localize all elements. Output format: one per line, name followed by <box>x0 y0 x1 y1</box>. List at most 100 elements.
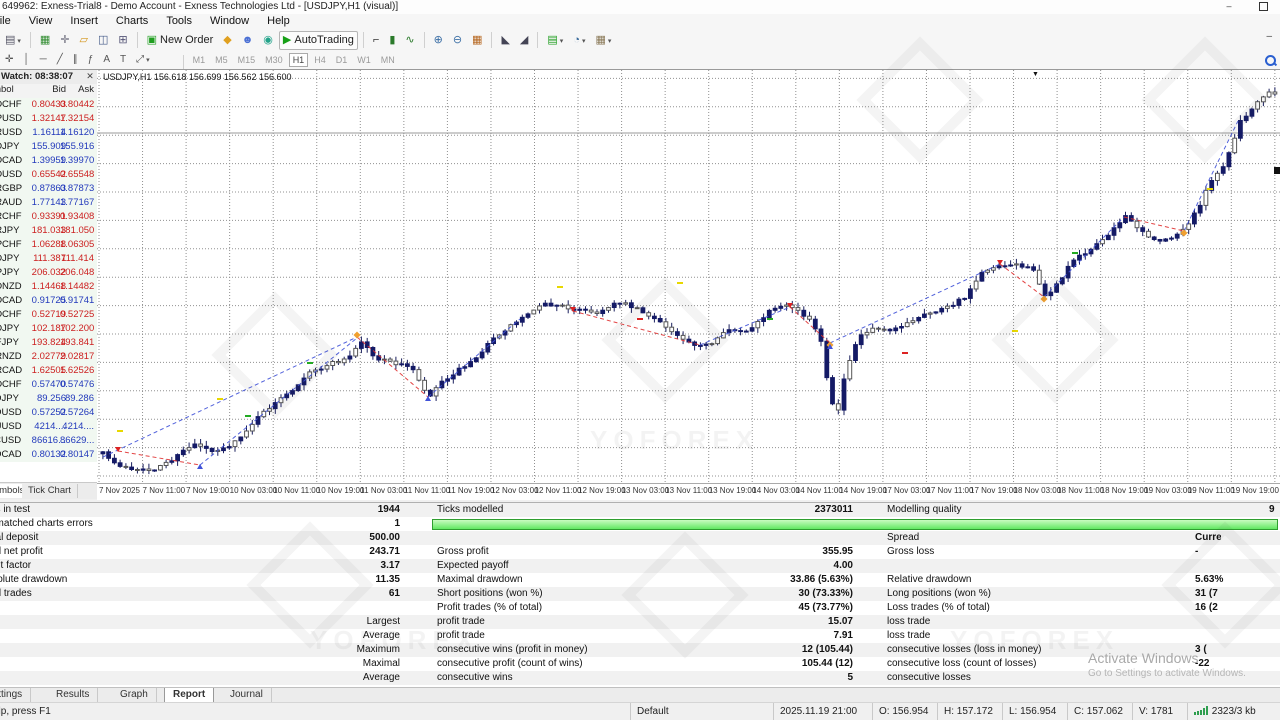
market-watch-row-cadjpy[interactable]: CADJPY111.387111.414 <box>0 252 97 267</box>
fibonacci-tool[interactable]: A <box>100 53 113 66</box>
report-label: Absolute drawdown <box>0 573 67 587</box>
cursor-move-button[interactable]: ✛ <box>56 31 73 50</box>
maximize-button[interactable] <box>1250 2 1276 12</box>
candlestick-chart-canvas[interactable] <box>97 70 1280 483</box>
ask-value: 181.050 <box>60 224 94 238</box>
new-chart-button[interactable]: ▦ <box>36 31 54 50</box>
arrows-tool[interactable]: ⤢▾ <box>133 53 153 66</box>
chart-window[interactable]: USDJPY,H1 156.618 156.699 156.562 156.60… <box>97 69 1280 499</box>
status-time: 2025.11.19 21:00 <box>773 703 872 720</box>
market-watch-row-euraud[interactable]: EURAUD1.771431.77167 <box>0 196 97 211</box>
search-icon[interactable] <box>1265 55 1276 66</box>
status-profile[interactable]: Default <box>630 703 773 720</box>
time-axis-label: 18 Nov 03:00 <box>1014 486 1062 495</box>
timeframe-h4[interactable]: H4 <box>310 53 330 67</box>
autotrading-button[interactable]: ▶AutoTrading <box>279 31 358 50</box>
preview-button[interactable]: ⊞ <box>114 31 131 50</box>
new-order-button[interactable]: ▣New Order <box>143 31 218 50</box>
print-button[interactable]: ▤▾ <box>1 31 25 50</box>
menu-charts[interactable]: Charts <box>107 14 157 28</box>
auto-scroll-button[interactable]: ◣ <box>497 31 513 50</box>
bar-chart-button[interactable]: ⌐ <box>369 31 383 50</box>
menu-view[interactable]: View <box>20 14 62 28</box>
line-chart-button[interactable]: ∿ <box>401 31 418 50</box>
mql5-community-button[interactable]: ☻ <box>238 31 258 50</box>
market-watch-row-usdjpy[interactable]: USDJPY155.909155.916 <box>0 140 97 155</box>
market-watch-row-eurcad[interactable]: EURCAD1.625051.62526 <box>0 364 97 379</box>
tab-results[interactable]: Results <box>48 688 98 702</box>
market-watch-row-audusd[interactable]: AUDUSD0.655420.65548 <box>0 168 97 183</box>
periods-button[interactable]: ◔▾ <box>569 31 589 50</box>
tab-report[interactable]: Report <box>164 688 214 703</box>
trendline-tool[interactable]: ∥ <box>70 53 81 66</box>
market-watch-row-cadchf[interactable]: CADCHF0.574700.57476 <box>0 378 97 393</box>
indicators-button[interactable]: ▤▾ <box>543 31 567 50</box>
crosshair-tool[interactable]: │ <box>20 53 32 66</box>
market-watch-row-gbpjpy[interactable]: GBPJPY206.032206.048 <box>0 266 97 281</box>
market-watch-row-btcusd[interactable]: BTCUSD86616...86629... <box>0 434 97 449</box>
signals-button[interactable]: ◉ <box>259 31 277 50</box>
market-watch-row-usdcad[interactable]: USDCAD1.399591.39970 <box>0 154 97 169</box>
market-watch-row-eurjpy[interactable]: EURJPY181.033181.050 <box>0 224 97 239</box>
market-watch-row-audjpy[interactable]: AUDJPY102.187102.200 <box>0 322 97 337</box>
chart-minimize-button[interactable]: – <box>1266 31 1272 42</box>
close-icon[interactable]: ✕ <box>85 71 95 82</box>
market-watch-row-xauusd[interactable]: XAUUSD4214....4214.... <box>0 420 97 435</box>
timeframe-m5[interactable]: M5 <box>211 53 232 67</box>
report-value: 500.00 <box>300 531 400 545</box>
market-watch-row-nzdjpy[interactable]: NZDJPY89.25689.286 <box>0 392 97 407</box>
menu-file[interactable]: File <box>0 14 20 28</box>
minimize-button[interactable]: – <box>1216 2 1242 12</box>
tile-windows-button[interactable]: ▦ <box>468 31 486 50</box>
candlestick-chart-button[interactable]: ▮ <box>385 31 399 50</box>
timeframe-m15[interactable]: M15 <box>234 53 260 67</box>
profiles-button[interactable]: ▱ <box>76 31 92 50</box>
market-watch-row-audcad[interactable]: AUDCAD0.917250.91741 <box>0 294 97 309</box>
periods-icon: ◔ <box>573 34 580 46</box>
menu-tools[interactable]: Tools <box>157 14 201 28</box>
tab-journal[interactable]: Journal <box>222 688 272 702</box>
time-axis: 7 Nov 20257 Nov 11:007 Nov 19:0010 Nov 0… <box>97 483 1280 500</box>
menu-insert[interactable]: Insert <box>61 14 107 28</box>
timeframe-m30[interactable]: M30 <box>261 53 287 67</box>
timeframe-mn[interactable]: MN <box>377 53 399 67</box>
chart-shift-button[interactable]: ◢ <box>516 31 532 50</box>
market-watch-row-gbpusd[interactable]: GBPUSD1.321471.32154 <box>0 112 97 127</box>
market-watch-row-nzdusd[interactable]: NZDUSD0.572520.57264 <box>0 406 97 421</box>
menu-help[interactable]: Help <box>258 14 299 28</box>
market-watch-row-chfjpy[interactable]: CHFJPY193.824193.841 <box>0 336 97 351</box>
ask-column-header[interactable]: Ask <box>60 84 94 95</box>
market-watch-row-eurgbp[interactable]: EURGBP0.878630.87873 <box>0 182 97 197</box>
market-watch-row-eurchf[interactable]: EURCHF0.933910.93408 <box>0 210 97 225</box>
market-watch-row-gbpchf[interactable]: GBPCHF1.062881.06305 <box>0 238 97 253</box>
text-tool[interactable]: T <box>117 53 129 66</box>
zoom-in-button[interactable]: ⊕ <box>430 31 447 50</box>
templates-button[interactable]: ▦▾ <box>591 31 615 50</box>
menu-window[interactable]: Window <box>201 14 258 28</box>
equidistant-channel-tool[interactable]: ƒ <box>85 53 97 66</box>
market-watch-row-audchf[interactable]: AUDCHF0.527190.52725 <box>0 308 97 323</box>
market-watch-row-nzdcad[interactable]: NZDCAD0.801320.80147 <box>0 448 97 463</box>
alerts-button[interactable]: ◆ <box>219 31 235 50</box>
chevron-down-icon: ▾ <box>608 38 612 45</box>
timeframe-m1[interactable]: M1 <box>189 53 210 67</box>
tab-graph[interactable]: Graph <box>112 688 157 702</box>
market-watch-row-usdchf[interactable]: USDCHF0.804330.80442 <box>0 98 97 113</box>
vertical-line-tool[interactable]: ─ <box>37 53 50 66</box>
zoom-out-button[interactable]: ⊖ <box>449 31 466 50</box>
templates-icon: ▦ <box>595 34 605 46</box>
market-watch-tab-tick-chart[interactable]: Tick Chart <box>22 484 78 498</box>
timeframe-w1[interactable]: W1 <box>353 53 375 67</box>
horizontal-line-tool[interactable]: ╱ <box>54 53 66 66</box>
status-close: C: 157.062 <box>1067 703 1132 720</box>
report-value: 5 <box>733 671 853 685</box>
timeframe-d1[interactable]: D1 <box>332 53 352 67</box>
cursor-tool[interactable]: ✛ <box>2 53 16 66</box>
report-label: Total trades <box>0 587 32 601</box>
market-watch-row-audnzd[interactable]: AUDNZD1.144681.14482 <box>0 280 97 295</box>
tab-settings[interactable]: Settings <box>0 688 31 702</box>
market-watch-row-eurnzd[interactable]: EURNZD2.027792.02817 <box>0 350 97 365</box>
windows-button[interactable]: ◫ <box>94 31 112 50</box>
timeframe-h1[interactable]: H1 <box>289 53 309 67</box>
market-watch-row-eurusd[interactable]: EURUSD1.161141.16120 <box>0 126 97 141</box>
